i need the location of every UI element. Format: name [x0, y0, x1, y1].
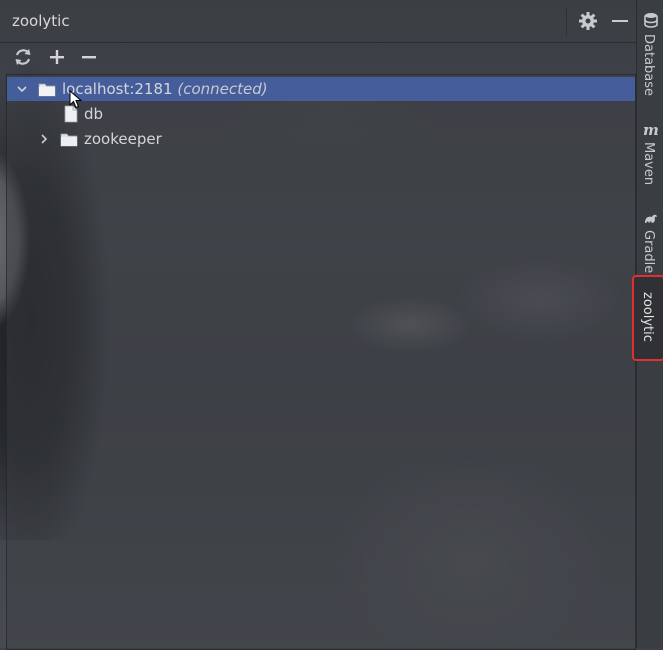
tab-database[interactable]: Database	[637, 6, 663, 106]
gradle-icon	[645, 214, 657, 223]
database-icon	[644, 13, 658, 28]
node-label: zookeeper	[84, 130, 162, 148]
toolbar	[0, 42, 636, 72]
tab-label: Gradle	[641, 230, 656, 274]
tree-node-zookeeper[interactable]: zookeeper	[7, 127, 635, 151]
folder-icon	[60, 133, 78, 147]
zookeeper-tree[interactable]: localhost:2181 (connected) db zookeeper	[6, 74, 636, 650]
chevron-down-icon[interactable]	[16, 83, 28, 95]
plus-icon	[50, 50, 64, 64]
tab-label: Maven	[641, 142, 656, 186]
remove-connection-button[interactable]	[78, 46, 100, 68]
gear-icon[interactable]	[578, 11, 598, 31]
connection-status: (connected)	[177, 80, 268, 98]
maven-icon: m	[643, 122, 659, 138]
tab-label: Database	[641, 34, 656, 97]
svg-text:m: m	[643, 122, 659, 138]
tree-node-localhost[interactable]: localhost:2181 (connected)	[7, 77, 635, 109]
header-separator	[566, 8, 567, 36]
tool-window-header: zoolytic	[0, 0, 636, 43]
minus-icon	[82, 56, 96, 59]
refresh-button[interactable]	[12, 46, 34, 68]
file-icon	[64, 105, 78, 123]
tab-label: zoolytic	[640, 292, 655, 342]
node-label: db	[84, 105, 104, 123]
refresh-icon	[15, 49, 31, 65]
tool-window-strip: Database m Maven Gradle zoolytic	[632, 0, 663, 648]
tab-zoolytic[interactable]: zoolytic	[632, 275, 663, 361]
tool-window-title: zoolytic	[12, 12, 70, 30]
tree-node-db[interactable]: db	[7, 102, 635, 126]
add-connection-button[interactable]	[46, 46, 68, 68]
minimize-button[interactable]	[612, 20, 628, 22]
tab-gradle[interactable]: Gradle	[637, 206, 663, 274]
tab-maven[interactable]: m Maven	[637, 118, 663, 194]
chevron-right-icon[interactable]	[38, 133, 50, 145]
folder-icon	[38, 83, 56, 97]
